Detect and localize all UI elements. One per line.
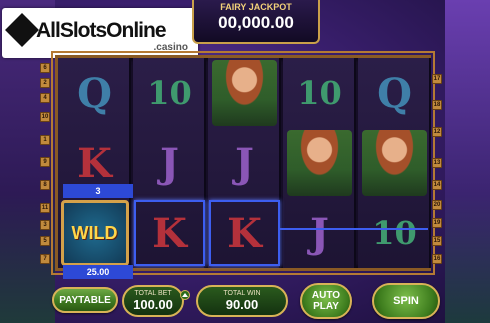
line-win-amount: 25.00 — [63, 265, 133, 279]
winning-line-number: 3 — [63, 184, 133, 198]
reel-4: 10 J — [283, 58, 356, 268]
total-win-label: TOTAL WIN — [223, 290, 261, 297]
payline-marker[interactable]: 6 — [40, 63, 50, 73]
bet-stepper[interactable] — [180, 290, 190, 300]
reel-1: Q K WILD — [58, 58, 131, 268]
jackpot-amount: 00,000.00 — [218, 13, 294, 32]
payline-marker[interactable]: 17 — [432, 74, 442, 84]
reel-symbol: 10 — [147, 74, 192, 112]
reel-symbol: 10 — [372, 214, 417, 252]
forest-background-right — [445, 0, 490, 323]
reel-symbol: 10 — [297, 74, 342, 112]
total-win-value: 90.00 — [225, 297, 259, 312]
allslotsonline-logo: AllSlotsOnline .casino — [2, 8, 198, 58]
payline-marker[interactable]: 4 — [40, 93, 50, 103]
payline-marker[interactable]: 15 — [432, 236, 442, 246]
payline-marker[interactable]: 12 — [432, 127, 442, 137]
payline-marker[interactable]: 19 — [432, 218, 442, 228]
total-bet-value: 100.00 — [133, 297, 173, 312]
logo-brand-text: AllSlotsOnline — [36, 19, 167, 42]
wild-symbol: WILD — [58, 198, 131, 268]
reel-symbol: Q — [377, 69, 412, 117]
payline-marker[interactable]: 2 — [40, 78, 50, 88]
payline-marker[interactable]: 8 — [40, 180, 50, 190]
logo-suffix-text: .casino — [153, 42, 188, 53]
payline-marker[interactable]: 5 — [40, 236, 50, 246]
arrow-up-icon — [182, 293, 188, 297]
fairy-icon — [287, 130, 352, 196]
fairy-symbol — [283, 128, 356, 198]
fairy-symbol — [208, 58, 281, 128]
jackpot-title: FAIRY JACKPOT — [220, 2, 292, 12]
payline-marker[interactable]: 9 — [40, 157, 50, 167]
spade-icon — [5, 13, 39, 47]
reel-symbol: J — [160, 139, 179, 187]
payline-marker[interactable]: 10 — [40, 112, 50, 122]
payline-marker[interactable]: 18 — [432, 100, 442, 110]
payline-marker[interactable]: 13 — [432, 158, 442, 168]
payline-marker[interactable]: 7 — [40, 254, 50, 264]
reel-5: Q 10 — [358, 58, 431, 268]
payline-marker[interactable]: 16 — [432, 254, 442, 264]
payline-marker[interactable]: 11 — [40, 203, 50, 213]
reel-symbol: J — [310, 209, 329, 257]
total-win-display: TOTAL WIN 90.00 — [196, 285, 288, 317]
reel-symbol: Q — [77, 69, 112, 117]
payline-marker[interactable]: 3 — [40, 220, 50, 230]
payline-marker[interactable]: 1 — [40, 135, 50, 145]
reel-frame: Q K WILD 10 J K J K 10 J Q 10 — [51, 51, 435, 275]
reel-symbol: J — [235, 139, 254, 187]
paytable-button[interactable]: PAYTABLE — [52, 287, 118, 313]
payline-marker[interactable]: 20 — [432, 200, 442, 210]
win-highlight — [209, 200, 280, 266]
payline-indicator — [280, 228, 428, 230]
fairy-icon — [212, 60, 277, 126]
win-highlight — [134, 200, 205, 266]
total-bet-display: TOTAL BET 100.00 — [122, 285, 184, 317]
payline-marker[interactable]: 14 — [432, 180, 442, 190]
jackpot-display: FAIRY JACKPOT 00,000.00 — [192, 0, 320, 44]
total-bet-label: TOTAL BET — [134, 290, 172, 297]
fairy-icon — [362, 130, 427, 196]
fairy-symbol — [358, 128, 431, 198]
autoplay-button[interactable]: AUTO PLAY — [300, 283, 352, 319]
spin-button[interactable]: SPIN — [372, 283, 440, 319]
autoplay-label-line2: PLAY — [313, 301, 339, 312]
autoplay-label-line1: AUTO — [311, 290, 341, 301]
